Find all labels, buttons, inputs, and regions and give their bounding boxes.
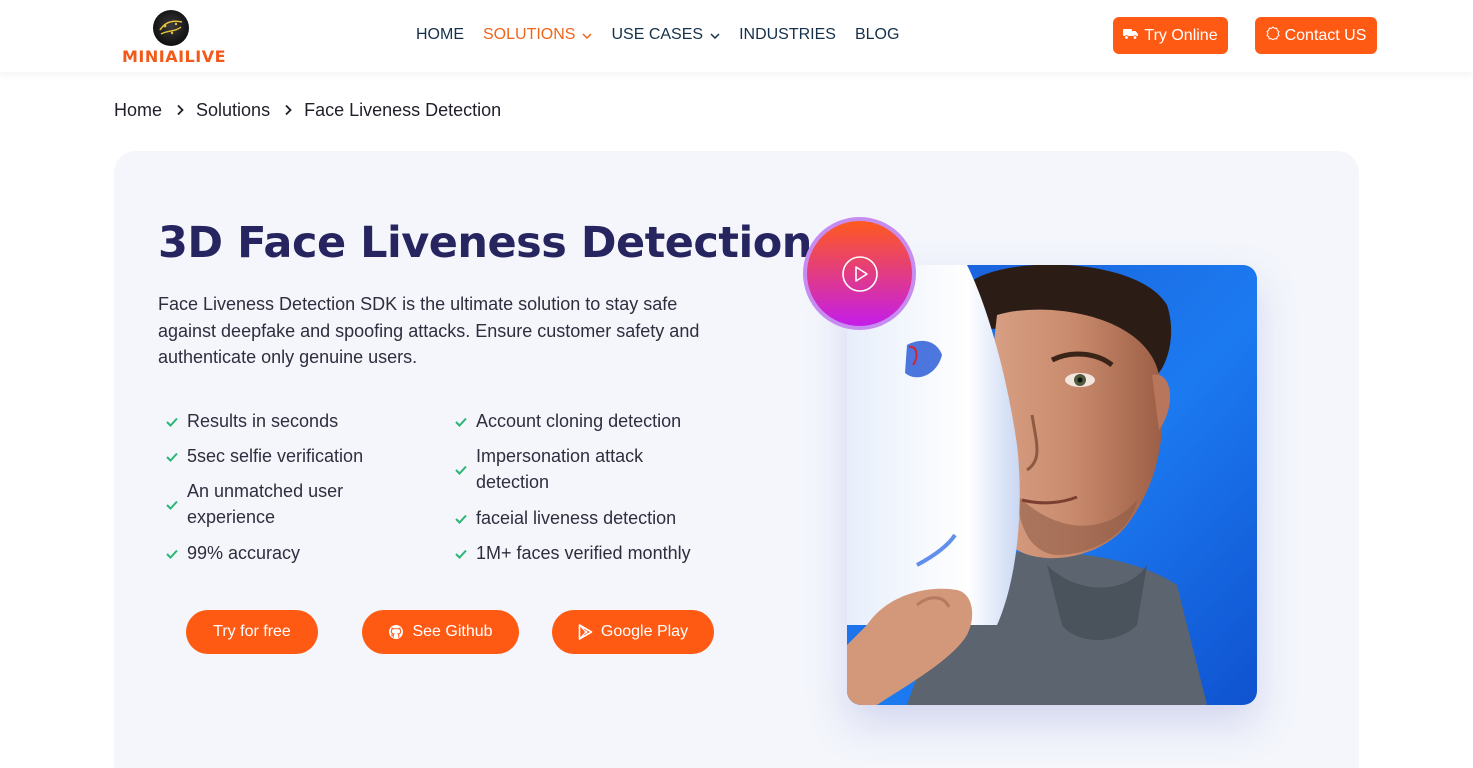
badge-icon	[1265, 26, 1280, 45]
feature-label: Impersonation attack detection	[476, 446, 644, 492]
nav-item-label: HOME	[416, 26, 464, 43]
nav-item-label: INDUSTRIES	[739, 26, 836, 43]
breadcrumb-current: Face Liveness Detection	[304, 100, 502, 120]
main-nav: HOME SOLUTIONS USE CASES INDUSTRIES BLOG	[416, 26, 918, 44]
feature-label: 5sec selfie verification	[187, 446, 364, 466]
nav-item-use-cases[interactable]: USE CASES	[611, 26, 720, 44]
try-online-button[interactable]: Try Online	[1113, 17, 1228, 54]
nav-item-label: USE CASES	[611, 26, 704, 43]
play-video-button[interactable]	[803, 217, 916, 330]
truck-icon	[1123, 27, 1139, 45]
see-github-button[interactable]: See Github	[362, 610, 519, 654]
check-icon	[455, 505, 467, 531]
feature-label: Account cloning detection	[476, 411, 682, 431]
nav-item-solutions[interactable]: SOLUTIONS	[483, 26, 592, 44]
check-icon	[455, 456, 467, 482]
feature-label: faceial liveness detection	[476, 508, 677, 528]
chevron-right-icon	[176, 100, 184, 121]
feature-item: faceial liveness detection	[455, 505, 725, 531]
nav-item-home[interactable]: HOME	[416, 26, 464, 44]
see-github-label: See Github	[412, 623, 493, 640]
feature-item: Results in seconds	[166, 408, 436, 434]
feature-label: Results in seconds	[187, 411, 339, 431]
chevron-down-icon	[582, 26, 592, 44]
google-play-button[interactable]: Google Play	[552, 610, 714, 654]
check-icon	[455, 408, 467, 434]
breadcrumb-solutions[interactable]: Solutions	[196, 100, 270, 121]
chevron-right-icon	[284, 100, 292, 121]
play-store-icon	[578, 624, 593, 640]
logo[interactable]: MINIAILIVE	[120, 8, 227, 66]
chevron-down-icon	[710, 26, 720, 44]
hero-image	[847, 265, 1257, 705]
check-icon	[166, 443, 178, 469]
google-play-label: Google Play	[600, 623, 689, 640]
play-circle-icon	[841, 255, 878, 292]
feature-item: 5sec selfie verification	[166, 443, 436, 469]
breadcrumb-home[interactable]: Home	[114, 100, 162, 121]
feature-item: 1M+ faces verified monthly	[455, 540, 725, 566]
check-icon	[166, 540, 178, 566]
check-icon	[166, 491, 178, 517]
feature-item: Account cloning detection	[455, 408, 725, 434]
check-icon	[455, 540, 467, 566]
logo-text: MINIAILIVE	[122, 47, 227, 66]
feature-item: Impersonation attack detection	[455, 443, 670, 495]
nav-item-label: SOLUTIONS	[483, 26, 576, 43]
feature-item: 99% accuracy	[166, 540, 436, 566]
contact-us-label: Contact US	[1284, 26, 1367, 44]
feature-label: 99% accuracy	[187, 543, 301, 563]
try-online-label: Try Online	[1144, 26, 1218, 44]
hero-description: Face Liveness Detection SDK is the ultim…	[158, 294, 700, 367]
feature-label: An unmatched user experience	[187, 481, 344, 527]
try-for-free-label: Try for free	[213, 623, 291, 640]
try-for-free-button[interactable]: Try for free	[186, 610, 318, 654]
check-icon	[166, 408, 178, 434]
github-icon	[389, 625, 404, 639]
feature-label: 1M+ faces verified monthly	[476, 543, 691, 563]
nav-item-blog[interactable]: BLOG	[855, 26, 899, 44]
feature-item: An unmatched user experience	[166, 478, 386, 530]
breadcrumb: Home Solutions Face Liveness Detection	[114, 100, 501, 121]
nav-item-label: BLOG	[854, 26, 900, 43]
play-button-core	[807, 221, 912, 326]
logo-globe-icon	[153, 10, 189, 46]
contact-us-button[interactable]: Contact US	[1255, 17, 1377, 54]
site-header: MINIAILIVE HOME SOLUTIONS USE CASES INDU…	[0, 0, 1473, 72]
page-title: 3D Face Liveness Detection	[158, 218, 812, 268]
nav-item-industries[interactable]: INDUSTRIES	[739, 26, 836, 44]
